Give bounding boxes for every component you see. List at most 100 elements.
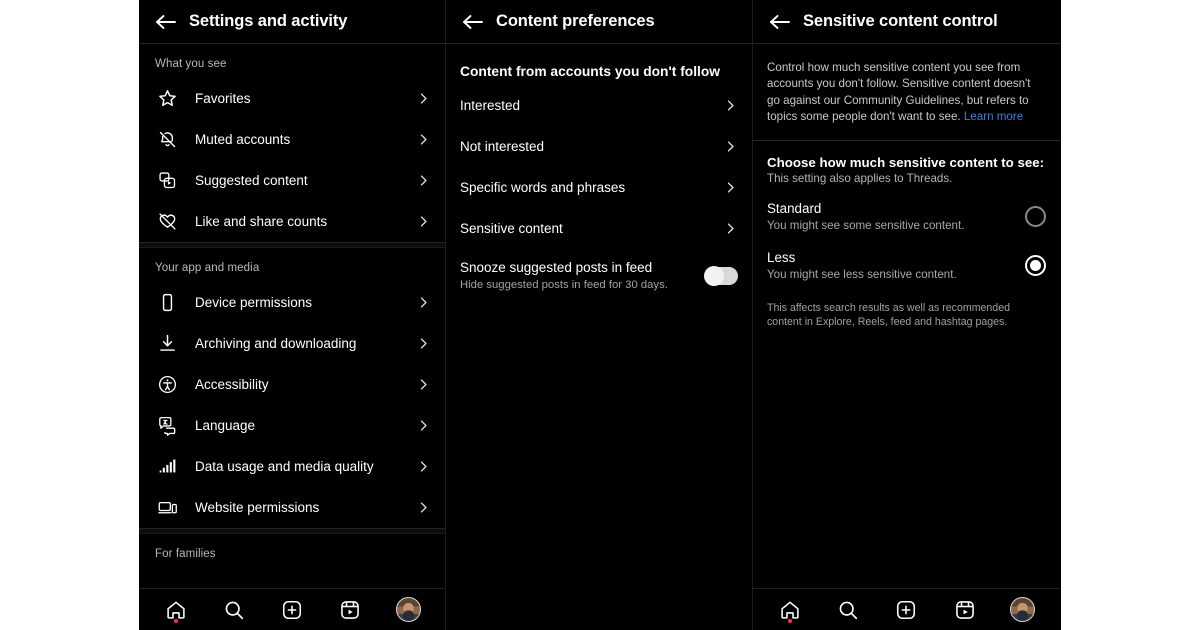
- list-item-not-interested[interactable]: Not interested: [446, 126, 752, 167]
- phone-icon: [155, 291, 179, 315]
- sidebar-item-label: Device permissions: [195, 295, 313, 310]
- option-title: Less: [767, 249, 796, 265]
- panel-sensitive-content-control: Sensitive content control Control how mu…: [753, 0, 1060, 630]
- page-title: Content preferences: [496, 12, 655, 30]
- snooze-texts: Snooze suggested posts in feed Hide sugg…: [460, 259, 705, 293]
- settings-header: Settings and activity: [139, 0, 445, 44]
- content-preferences-header: Content preferences: [446, 0, 752, 44]
- chevron-right-icon: [415, 91, 431, 107]
- sidebar-item-data-usage-and-media-quality[interactable]: Data usage and media quality: [139, 446, 445, 487]
- home-badge-dot: [788, 618, 793, 623]
- list-item-sensitive-content[interactable]: Sensitive content: [446, 208, 752, 249]
- sidebar-item-device-permissions[interactable]: Device permissions: [139, 282, 445, 323]
- option-standard-texts: Standard You might see some sensitive co…: [767, 199, 1025, 234]
- sidebar-item-label: Suggested content: [195, 173, 308, 188]
- learn-more-link[interactable]: Learn more: [964, 110, 1023, 123]
- snooze-title: Snooze suggested posts in feed: [460, 260, 653, 275]
- bottom-nav-sensitive: [753, 588, 1060, 630]
- nav-create-post-button[interactable]: [277, 595, 307, 625]
- chevron-right-icon: [722, 221, 738, 237]
- chevron-right-icon: [722, 139, 738, 155]
- panel-group: Settings and activity What you see Favor…: [139, 0, 1061, 630]
- toggle-knob: [704, 266, 724, 286]
- sensitive-content-header: Sensitive content control: [753, 0, 1060, 44]
- sidebar-item-muted-accounts[interactable]: Muted accounts: [139, 119, 445, 160]
- star-icon: [155, 87, 179, 111]
- nav-search-button[interactable]: [219, 595, 249, 625]
- sidebar-item-label: Data usage and media quality: [195, 459, 374, 474]
- page-title: Sensitive content control: [803, 12, 998, 30]
- nav-home-button[interactable]: [775, 595, 805, 625]
- sidebar-item-label: Accessibility: [195, 377, 269, 392]
- chevron-right-icon: [415, 295, 431, 311]
- chevron-right-icon: [722, 180, 738, 196]
- list-item-interested[interactable]: Interested: [446, 85, 752, 126]
- sensitive-content-body: Control how much sensitive content you s…: [753, 44, 1060, 588]
- chevron-right-icon: [415, 173, 431, 189]
- option-title: Standard: [767, 200, 822, 216]
- nav-search-button[interactable]: [833, 595, 863, 625]
- chevron-right-icon: [415, 418, 431, 434]
- nav-profile-button[interactable]: [393, 595, 423, 625]
- section-label-your-app-and-media: Your app and media: [155, 262, 260, 274]
- website-permissions-icon: [155, 496, 179, 520]
- list-item-label: Not interested: [460, 139, 545, 154]
- radio-less[interactable]: [1025, 254, 1046, 276]
- list-item-label: Sensitive content: [460, 221, 563, 236]
- chevron-right-icon: [415, 377, 431, 393]
- sidebar-item-archiving-and-downloading[interactable]: Archiving and downloading: [139, 323, 445, 364]
- sidebar-item-label: Website permissions: [195, 500, 320, 515]
- option-less[interactable]: Less You might see less sensitive conten…: [753, 234, 1060, 283]
- suggested-content-icon: [155, 169, 179, 193]
- list-item-label: Specific words and phrases: [460, 180, 626, 195]
- nav-create-post-button[interactable]: [891, 595, 921, 625]
- panel-settings-and-activity: Settings and activity What you see Favor…: [139, 0, 446, 630]
- screenshot-stage: Settings and activity What you see Favor…: [0, 0, 1200, 630]
- snooze-toggle-switch[interactable]: [704, 266, 738, 286]
- choose-title: Choose how much sensitive content to see…: [767, 154, 1045, 170]
- choose-subtitle: This setting also applies to Threads.: [767, 171, 953, 185]
- sidebar-item-like-and-share-counts[interactable]: Like and share counts: [139, 201, 445, 242]
- bell-slash-icon: [155, 128, 179, 152]
- radio-standard[interactable]: [1025, 205, 1046, 227]
- nav-profile-button[interactable]: [1008, 595, 1038, 625]
- snooze-suggested-posts-row[interactable]: Snooze suggested posts in feed Hide sugg…: [446, 249, 752, 293]
- back-arrow-icon[interactable]: [767, 9, 793, 35]
- bottom-nav-settings: [139, 588, 445, 630]
- option-standard[interactable]: Standard You might see some sensitive co…: [753, 185, 1060, 234]
- sidebar-item-label: Language: [195, 418, 256, 433]
- profile-avatar: [1010, 597, 1036, 622]
- sidebar-item-website-permissions[interactable]: Website permissions: [139, 487, 445, 528]
- sensitive-content-description: Control how much sensitive content you s…: [753, 44, 1060, 140]
- option-subtitle: You might see some sensitive content.: [767, 218, 965, 232]
- nav-reels-button[interactable]: [950, 595, 980, 625]
- sidebar-item-accessibility[interactable]: Accessibility: [139, 364, 445, 405]
- section-title-content-from-accounts: Content from accounts you don't follow: [460, 64, 721, 79]
- list-item-label: Interested: [460, 98, 521, 113]
- back-arrow-icon[interactable]: [460, 9, 486, 35]
- chevron-right-icon: [722, 98, 738, 114]
- sidebar-item-language[interactable]: Language: [139, 405, 445, 446]
- accessibility-icon: [155, 373, 179, 397]
- download-icon: [155, 332, 179, 356]
- chevron-right-icon: [415, 459, 431, 475]
- heart-slash-icon: [155, 210, 179, 234]
- panel-content-preferences: Content preferences Content from account…: [446, 0, 753, 630]
- back-arrow-icon[interactable]: [153, 9, 179, 35]
- sidebar-item-suggested-content[interactable]: Suggested content: [139, 160, 445, 201]
- chevron-right-icon: [415, 132, 431, 148]
- sidebar-item-favorites[interactable]: Favorites: [139, 78, 445, 119]
- sidebar-item-label: Favorites: [195, 91, 251, 106]
- home-badge-dot: [174, 618, 178, 623]
- nav-home-button[interactable]: [161, 595, 191, 625]
- section-label-what-you-see: What you see: [155, 58, 227, 70]
- sidebar-item-label: Archiving and downloading: [195, 336, 357, 351]
- chevron-right-icon: [415, 500, 431, 516]
- chevron-right-icon: [415, 214, 431, 230]
- nav-reels-button[interactable]: [335, 595, 365, 625]
- signal-bars-icon: [155, 455, 179, 479]
- content-preferences-body: Content from accounts you don't follow I…: [446, 44, 752, 630]
- profile-avatar: [395, 597, 421, 622]
- list-item-specific-words-and-phrases[interactable]: Specific words and phrases: [446, 167, 752, 208]
- section-label-for-families: For families: [155, 548, 216, 560]
